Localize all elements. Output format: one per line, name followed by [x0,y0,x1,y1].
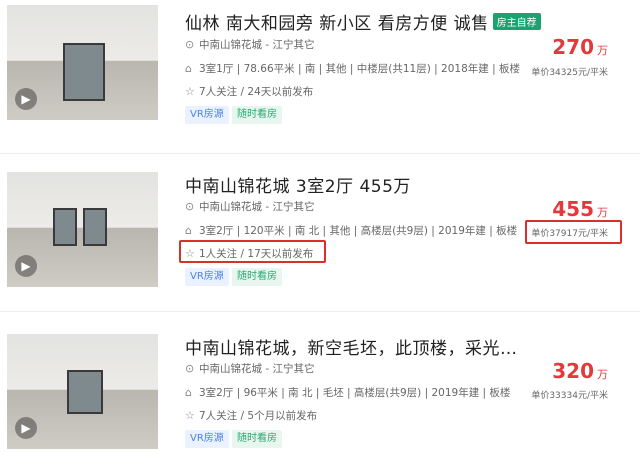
location-link[interactable]: 中南山锦花城 - 江宁其它 [199,39,314,51]
listing-photo[interactable]: ▶ [7,5,158,120]
highlight-box [179,240,326,263]
location-link[interactable]: 中南山锦花城 - 江宁其它 [199,363,314,375]
listing-photo[interactable]: ▶ [7,172,158,287]
listing-photo[interactable]: ▶ [7,334,158,449]
details-row: ⌂ 3室2厅 | 96平米 | 南 北 | 毛坯 | 高楼层(共9层) | 201… [185,385,510,400]
anytime-viewing-tag: 随时看房 [232,106,282,124]
location-pin-icon: ⊙ [185,38,195,51]
listing-title[interactable]: 仙林 南大和园旁 新小区 看房方便 诚售 房主自荐 [185,9,541,34]
owner-badge: 房主自荐 [492,13,541,30]
details-row: ⌂ 3室2厅 | 120平米 | 南 北 | 其他 | 高楼层(共9层) | 20… [185,223,517,238]
anytime-viewing-tag: 随时看房 [232,430,282,448]
vr-tag: VR房源 [185,106,229,124]
total-price: 270 万 [552,35,608,59]
vr-play-icon[interactable]: ▶ [15,417,37,439]
window-shape [63,43,105,101]
details-text: 3室2厅 | 120平米 | 南 北 | 其他 | 高楼层(共9层) | 201… [199,225,518,237]
location-row: ⊙ 中南山锦花城 - 江宁其它 [185,37,314,52]
details-row: ⌂ 3室1厅 | 78.66平米 | 南 | 其他 | 中楼层(共11层) | 2… [185,61,520,76]
followers-text: 7人关注 / 24天以前发布 [199,86,314,98]
divider [0,153,640,154]
house-icon: ⌂ [185,386,192,399]
listing-card[interactable]: ▶ 仙林 南大和园旁 新小区 看房方便 诚售 房主自荐 ⊙ 中南山锦花城 - 江宁其… [0,5,640,145]
house-icon: ⌂ [185,224,192,237]
location-pin-icon: ⊙ [185,200,195,213]
vr-tag: VR房源 [185,430,229,448]
star-icon: ☆ [185,409,195,422]
details-text: 3室2厅 | 96平米 | 南 北 | 毛坯 | 高楼层(共9层) | 2019… [199,387,511,399]
house-icon: ⌂ [185,62,192,75]
anytime-viewing-tag: 随时看房 [232,268,282,286]
total-price: 455 万 [552,197,608,221]
listing-card[interactable]: ▶ 中南山锦花城 3室2厅 455万 ⊙ 中南山锦花城 - 江宁其它 ⌂ 3室2厅 … [0,172,640,312]
unit-price: 单价34325元/平米 [531,68,608,78]
listing-title[interactable]: 中南山锦花城，新空毛坯，此顶楼，采光… [185,334,518,359]
location-row: ⊙ 中南山锦花城 - 江宁其它 [185,199,314,214]
location-pin-icon: ⊙ [185,362,195,375]
followers-text: 7人关注 / 5个月以前发布 [199,410,318,422]
location-link[interactable]: 中南山锦花城 - 江宁其它 [199,201,314,213]
window-shape [67,370,103,414]
listing-card[interactable]: ▶ 中南山锦花城，新空毛坯，此顶楼，采光… ⊙ 中南山锦花城 - 江宁其它 ⌂ 3室… [0,334,640,474]
vr-tag: VR房源 [185,268,229,286]
divider [0,311,640,312]
window-shape [53,208,77,246]
unit-price: 单价33334元/平米 [531,391,608,401]
details-text: 3室1厅 | 78.66平米 | 南 | 其他 | 中楼层(共11层) | 20… [199,63,520,75]
listing-title[interactable]: 中南山锦花城 3室2厅 455万 [185,172,411,197]
vr-play-icon[interactable]: ▶ [15,255,37,277]
window-shape [83,208,107,246]
location-row: ⊙ 中南山锦花城 - 江宁其它 [185,361,314,376]
followers-row: ☆ 7人关注 / 5个月以前发布 [185,408,317,423]
star-icon: ☆ [185,85,195,98]
vr-play-icon[interactable]: ▶ [15,88,37,110]
followers-row: ☆ 7人关注 / 24天以前发布 [185,84,313,99]
total-price: 320 万 [552,359,608,383]
highlight-box [525,220,622,244]
